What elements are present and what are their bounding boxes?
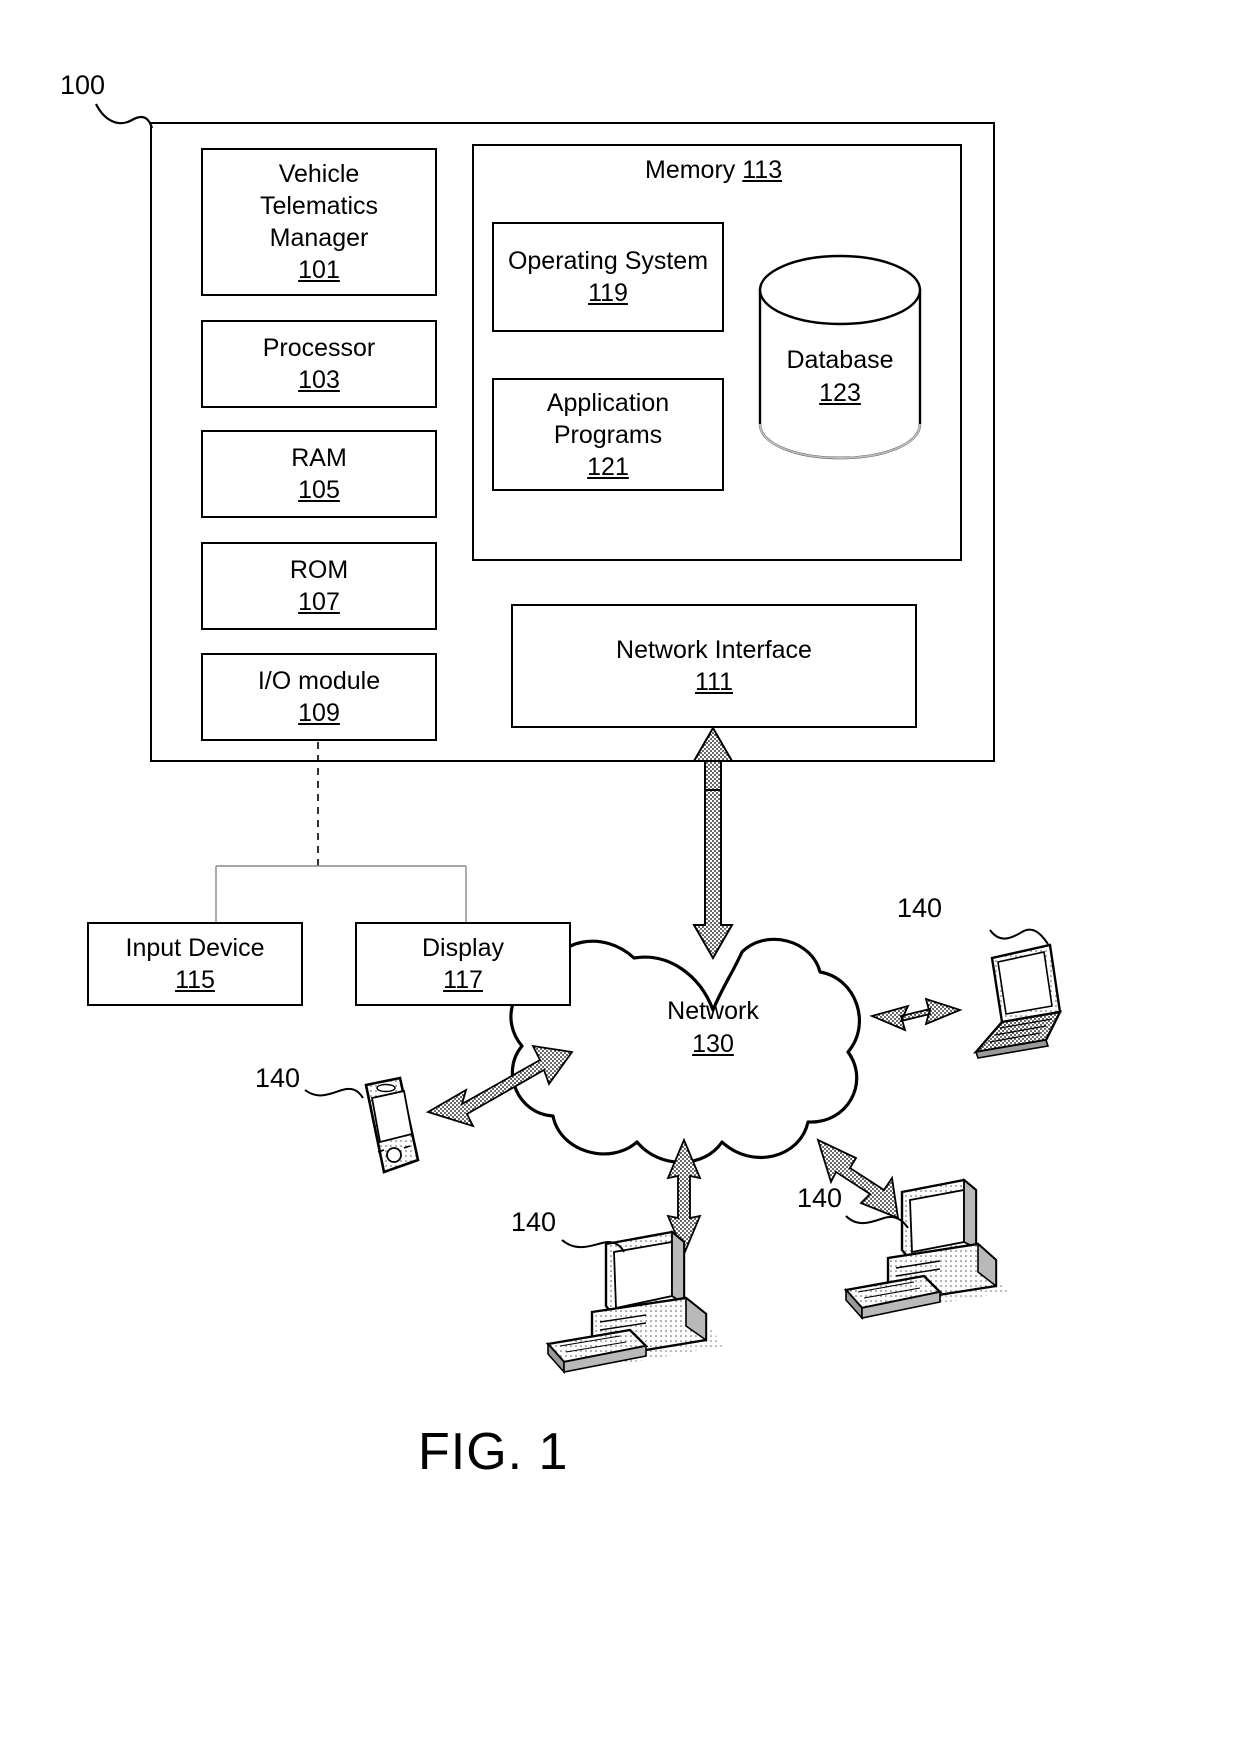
ref-label-140-phone: 140 — [255, 1063, 301, 1093]
memory-block-application-programs: Application Programs 121 — [492, 378, 724, 491]
ref-label-140-desktop-1: 140 — [511, 1207, 557, 1237]
memory-block-operating-system: Operating System 119 — [492, 222, 724, 332]
memory-block-label-app-line2: Programs — [553, 420, 663, 449]
database-ref-123: 123 — [819, 378, 861, 407]
network-ref-130: 130 — [692, 1029, 734, 1058]
peripheral-ref-115: 115 — [175, 966, 215, 994]
component-box-vehicle-telematics-manager: Vehicle Telematics Manager 101 — [201, 148, 437, 296]
component-box-io-module: I/O module 109 — [201, 653, 437, 741]
arrow-cloud-to-laptop — [869, 997, 963, 1032]
memory-block-label-os: Operating System — [507, 247, 709, 275]
component-ref-107: 107 — [298, 588, 340, 616]
network-interface-ref-111: 111 — [694, 668, 733, 696]
component-label-line3: Manager — [269, 224, 369, 252]
component-box-processor: Processor 103 — [201, 320, 437, 408]
leader-line-desktop2-140 — [845, 1215, 909, 1229]
laptop-icon — [972, 943, 1063, 1059]
component-label-line2: Telematics — [259, 192, 379, 220]
memory-ref-119: 119 — [588, 279, 628, 307]
leader-line-100 — [95, 103, 154, 129]
mobile-phone-icon — [364, 1076, 420, 1174]
peripheral-label-display: Display — [422, 934, 504, 962]
component-ref-109: 109 — [298, 699, 340, 727]
memory-title-label: Memory — [645, 156, 736, 184]
desktop-computer-icon-1 — [545, 1230, 724, 1375]
ref-label-140-desktop-2: 140 — [797, 1183, 843, 1213]
memory-ref-121: 121 — [587, 452, 629, 481]
patent-figure: 100 Vehicle Telematics Manager 101 Proce… — [0, 0, 1240, 1742]
arrow-cloud-to-phone — [425, 1044, 574, 1128]
component-ref-101: 101 — [298, 256, 340, 284]
network-label: Network — [667, 997, 759, 1025]
peripheral-ref-117: 117 — [443, 966, 483, 994]
io-bus-lines — [215, 742, 467, 922]
component-label-line1: Vehicle — [278, 160, 360, 188]
component-label-rom: ROM — [289, 556, 349, 584]
ref-label-100: 100 — [60, 70, 106, 100]
desktop-computer-icon-2 — [843, 1178, 1008, 1321]
ref-label-140-laptop: 140 — [897, 893, 943, 923]
leader-line-phone-140 — [304, 1087, 364, 1099]
network-cloud-label-group: Network 130 — [643, 995, 783, 1060]
component-ref-105: 105 — [298, 476, 340, 504]
component-ref-103: 103 — [298, 366, 340, 394]
component-label-processor: Processor — [262, 334, 376, 362]
component-box-ram: RAM 105 — [201, 430, 437, 518]
peripheral-label-input-device: Input Device — [125, 934, 265, 962]
database-label-group: Database 123 — [778, 344, 902, 409]
component-label-ram: RAM — [291, 444, 347, 472]
leader-line-desktop1-140 — [561, 1239, 625, 1253]
leader-line-laptop-140 — [989, 928, 1049, 945]
component-label-io-module: I/O module — [257, 667, 381, 695]
peripheral-box-display: Display 117 — [355, 922, 571, 1006]
arrow-cloud-to-desktop-1 — [666, 1137, 702, 1257]
memory-block-label-app-line1: Application — [546, 388, 670, 417]
figure-caption: FIG. 1 — [418, 1423, 569, 1481]
memory-ref-113: 113 — [742, 156, 783, 184]
peripheral-box-input-device: Input Device 115 — [87, 922, 303, 1006]
component-box-rom: ROM 107 — [201, 542, 437, 630]
network-interface-label: Network Interface — [616, 636, 812, 664]
memory-title: Memory 113 — [645, 156, 782, 185]
arrow-network-interface-to-cloud — [692, 725, 734, 961]
network-interface-box: Network Interface 111 — [511, 604, 917, 728]
database-label: Database — [786, 346, 894, 374]
